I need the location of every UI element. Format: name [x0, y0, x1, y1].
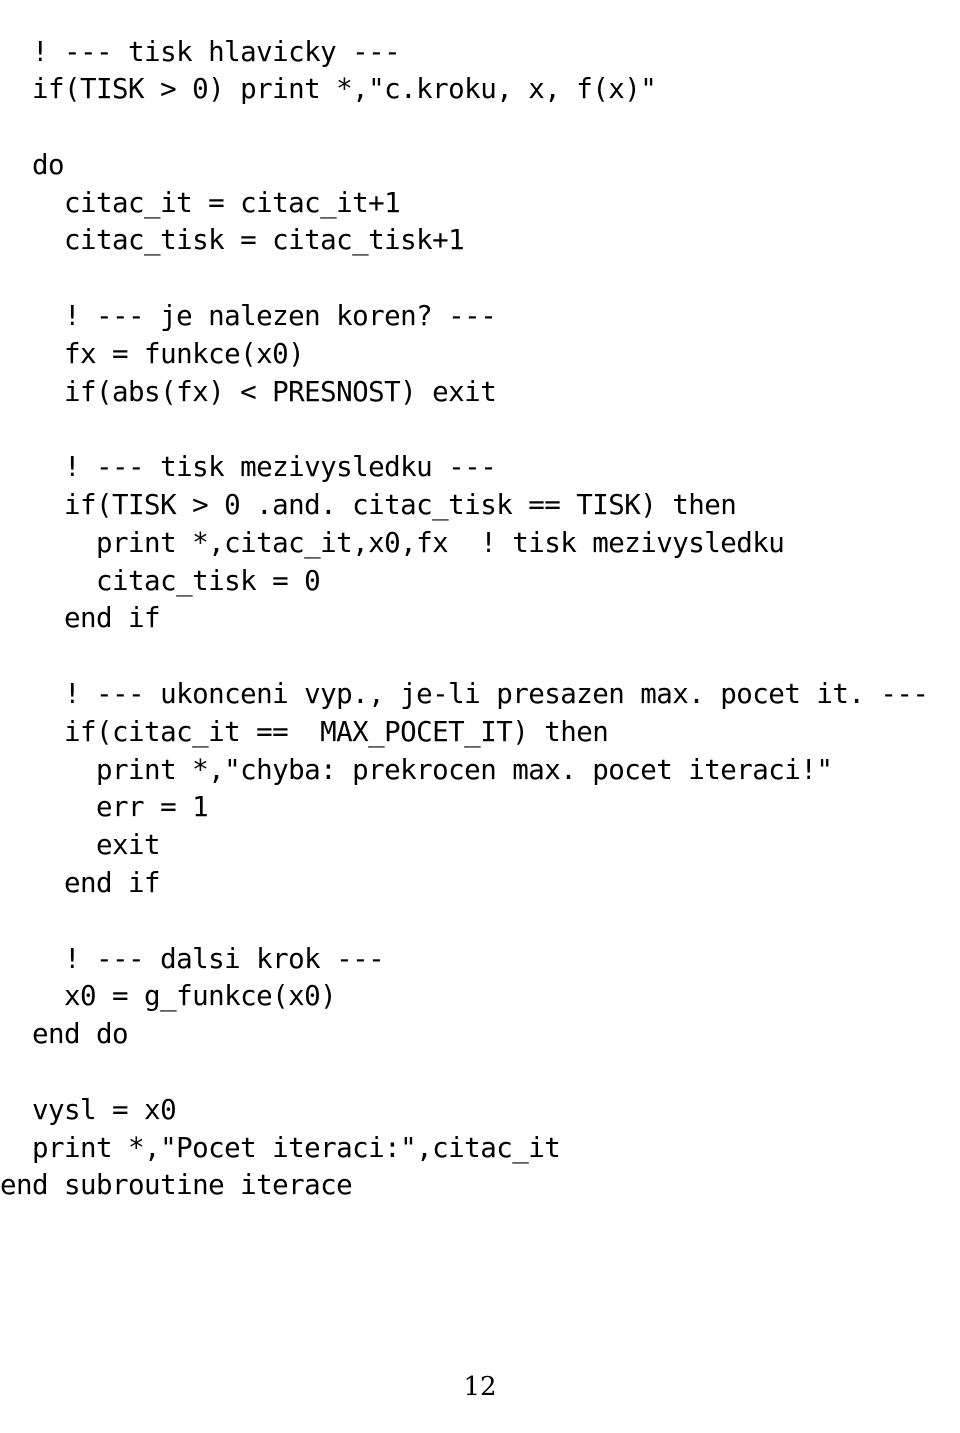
- code-line: ! --- ukonceni vyp., je-li presazen max.…: [0, 678, 929, 711]
- code-line: x0 = g_funkce(x0): [0, 980, 337, 1013]
- code-line: vysl = x0: [0, 1093, 177, 1126]
- code-line: citac_tisk = 0: [0, 564, 321, 597]
- page-number: 12: [463, 1372, 497, 1402]
- code-line: citac_it = citac_it+1: [0, 186, 401, 219]
- document-page: ! --- tisk hlavicky --- if(TISK > 0) pri…: [0, 0, 960, 1433]
- code-line: exit: [0, 829, 161, 862]
- code-line: end if: [0, 867, 161, 900]
- code-line: if(TISK > 0) print *,"c.kroku, x, f(x)": [0, 73, 657, 106]
- code-line: fx = funkce(x0): [0, 337, 305, 370]
- code-line: do: [0, 148, 65, 181]
- code-line: ! --- tisk hlavicky ---: [0, 35, 401, 68]
- code-line: if(abs(fx) < PRESNOST) exit: [0, 375, 497, 408]
- code-line: print *,citac_it,x0,fx ! tisk mezivysled…: [0, 526, 785, 559]
- code-line: end do: [0, 1018, 129, 1051]
- code-line: ! --- je nalezen koren? ---: [0, 300, 497, 333]
- code-line: print *,"chyba: prekrocen max. pocet ite…: [0, 753, 833, 786]
- code-line: if(citac_it == MAX_POCET_IT) then: [0, 715, 609, 748]
- code-line: end subroutine iterace: [0, 1169, 353, 1202]
- code-listing: ! --- tisk hlavicky --- if(TISK > 0) pri…: [0, 28, 960, 1206]
- code-line: print *,"Pocet iteraci:",citac_it: [0, 1131, 561, 1164]
- code-line: end if: [0, 602, 161, 635]
- code-line: ! --- tisk mezivysledku ---: [0, 451, 497, 484]
- code-line: err = 1: [0, 791, 209, 824]
- code-line: if(TISK > 0 .and. citac_tisk == TISK) th…: [0, 489, 737, 522]
- code-line: ! --- dalsi krok ---: [0, 942, 385, 975]
- code-line: citac_tisk = citac_tisk+1: [0, 224, 465, 257]
